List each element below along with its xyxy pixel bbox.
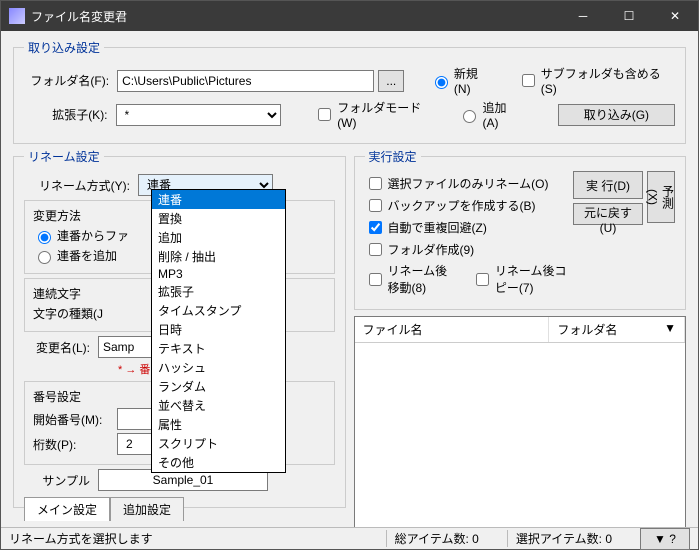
col-filename[interactable]: ファイル名 — [355, 317, 550, 342]
minimize-button[interactable]: ─ — [560, 1, 606, 31]
method-dropdown-list[interactable]: 連番置換追加削除 / 抽出MP3拡張子タイムスタンプ日時テキストハッシュランダム… — [151, 189, 286, 473]
browse-button[interactable]: ... — [378, 70, 404, 92]
method-option[interactable]: スクリプト — [152, 434, 285, 453]
subfolder-check[interactable]: サブフォルダも含める(S) — [518, 65, 675, 96]
run-button[interactable]: 実 行(D) — [573, 171, 643, 199]
method-option[interactable]: 属性 — [152, 415, 285, 434]
method-option[interactable]: 連番 — [152, 190, 285, 209]
append-seq-radio[interactable]: 連番を追加 — [33, 247, 117, 264]
window-title: ファイル名変更君 — [31, 8, 560, 25]
method-option[interactable]: テキスト — [152, 339, 285, 358]
method-option[interactable]: 削除 / 抽出 — [152, 247, 285, 266]
hint-text: * → 番 — [118, 361, 150, 377]
rename-legend: リネーム設定 — [24, 148, 104, 165]
total-label: 総アイテム数: — [395, 532, 469, 546]
folder-input[interactable] — [117, 70, 374, 92]
moveafter-check[interactable]: リネーム後移動(8) — [365, 262, 452, 296]
sample-label: サンプル — [24, 472, 94, 489]
app-icon — [9, 8, 25, 24]
mode-new-radio[interactable]: 新規(N) — [430, 65, 494, 96]
start-label: 開始番号(M): — [33, 411, 113, 428]
import-legend: 取り込み設定 — [24, 39, 104, 56]
import-button[interactable]: 取り込み(G) — [558, 104, 675, 126]
close-button[interactable]: ✕ — [652, 1, 698, 31]
method-option[interactable]: MP3 — [152, 266, 285, 282]
digits-label: 桁数(P): — [33, 436, 113, 453]
tab-main[interactable]: メイン設定 — [24, 497, 110, 521]
change-name-label: 変更名(L): — [24, 339, 94, 356]
statusbar: リネーム方式を選択します 総アイテム数: 0 選択アイテム数: 0 ▼ ? — [1, 527, 698, 549]
method-option[interactable]: 追加 — [152, 228, 285, 247]
method-option[interactable]: タイムスタンプ — [152, 301, 285, 320]
start-input[interactable] — [117, 408, 153, 430]
method-option[interactable]: 並べ替え — [152, 396, 285, 415]
total-value: 0 — [472, 532, 479, 546]
sel-value: 0 — [605, 532, 612, 546]
col-foldername[interactable]: フォルダ名▼ — [549, 317, 685, 342]
method-option[interactable]: 置換 — [152, 209, 285, 228]
maximize-button[interactable]: ☐ — [606, 1, 652, 31]
exec-legend: 実行設定 — [365, 148, 421, 165]
method-option[interactable]: その他 — [152, 453, 285, 472]
copyafter-check[interactable]: リネーム後コピー(7) — [472, 262, 567, 296]
ext-select[interactable]: * — [116, 104, 281, 126]
tab-extra[interactable]: 追加設定 — [110, 497, 184, 521]
folder-label: フォルダ名(F): — [24, 72, 113, 89]
ext-label: 拡張子(K): — [24, 106, 112, 123]
method-option[interactable]: 日時 — [152, 320, 285, 339]
predict-button[interactable]: 予測(X) — [647, 171, 675, 223]
mode-add-radio[interactable]: 追加(A) — [458, 99, 520, 130]
foldermode-check[interactable]: フォルダモード(W) — [314, 99, 437, 130]
method-option[interactable]: 拡張子 — [152, 282, 285, 301]
avoiddup-check[interactable]: 自動で重複回避(Z) — [365, 218, 487, 237]
import-settings-group: 取り込み設定 フォルダ名(F): ... 新規(N) サブフォルダも含める(S)… — [13, 39, 686, 144]
backup-check[interactable]: バックアップを作成する(B) — [365, 196, 536, 215]
from-file-radio[interactable]: 連番からファ — [33, 227, 129, 244]
change-name-input[interactable] — [98, 336, 154, 358]
sort-indicator-icon[interactable]: ▼ — [664, 321, 676, 338]
status-message: リネーム方式を選択します — [9, 530, 153, 547]
status-menu-button[interactable]: ▼ ? — [640, 528, 690, 550]
mkfolder-check[interactable]: フォルダ作成(9) — [365, 240, 475, 259]
sel-label: 選択アイテム数: — [516, 532, 602, 546]
titlebar: ファイル名変更君 ─ ☐ ✕ — [1, 1, 698, 31]
method-option[interactable]: ランダム — [152, 377, 285, 396]
method-label: リネーム方式(Y): — [24, 177, 134, 194]
undo-button[interactable]: 元に戻す(U) — [573, 203, 643, 225]
selonly-check[interactable]: 選択ファイルのみリネーム(O) — [365, 174, 549, 193]
method-option[interactable]: ハッシュ — [152, 358, 285, 377]
exec-settings-group: 実行設定 選択ファイルのみリネーム(O) バックアップを作成する(B) 自動で重… — [354, 148, 687, 310]
list-header: ファイル名 フォルダ名▼ — [355, 317, 686, 343]
chartype-label: 文字の種類(J — [33, 305, 103, 322]
file-list[interactable]: ファイル名 フォルダ名▼ — [354, 316, 687, 527]
